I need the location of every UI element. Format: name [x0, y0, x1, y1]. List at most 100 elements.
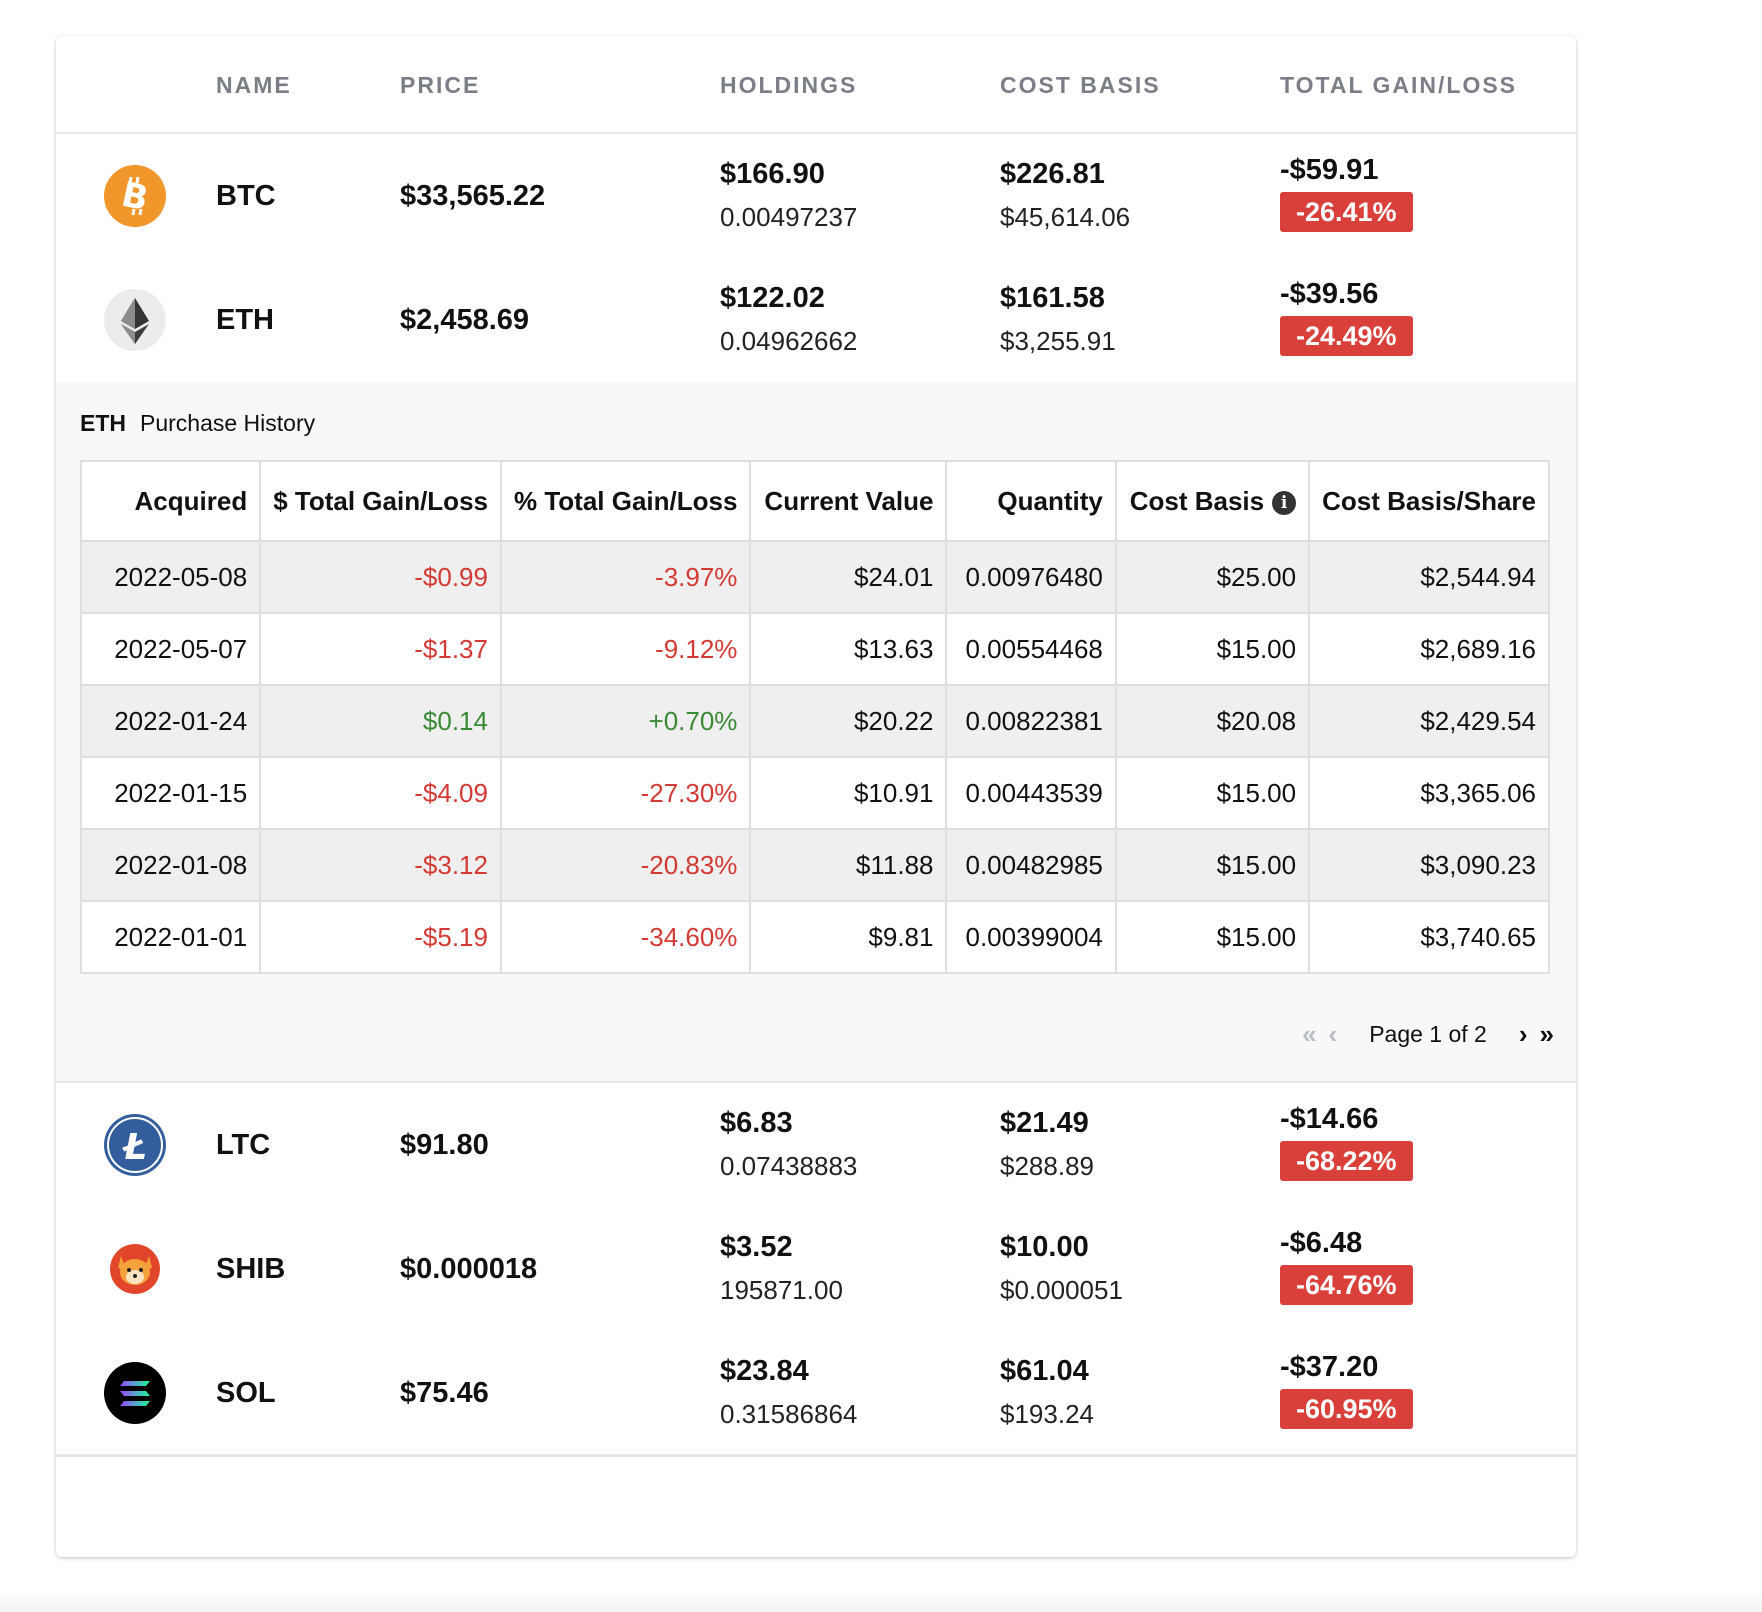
cost-basis-total: $61.04	[1000, 1355, 1089, 1387]
gain-loss-percent-badge: -24.49%	[1280, 316, 1413, 356]
dollar-gain-loss: -$5.19	[259, 900, 502, 974]
cost-basis-per-unit: $288.89	[1000, 1151, 1094, 1181]
last-page-icon[interactable]: »	[1540, 1019, 1554, 1050]
dollar-gain-loss: -$0.99	[259, 540, 502, 614]
asset-price: $0.000018	[400, 1253, 538, 1285]
table-row: 2022-01-24 $0.14 +0.70% $20.22 0.0082238…	[79, 684, 1550, 758]
purchase-history-title: ETH Purchase History	[80, 410, 315, 437]
cost-basis-per-share: $2,689.16	[1308, 612, 1550, 686]
history-symbol: ETH	[80, 410, 126, 436]
quantity: 0.00399004	[945, 900, 1117, 974]
cost-basis-per-share: $3,090.23	[1308, 828, 1550, 902]
header-name[interactable]: NAME	[216, 72, 292, 99]
acquired-date: 2022-05-07	[79, 612, 262, 686]
cost-basis-total: $10.00	[1000, 1231, 1089, 1263]
table-header-row: Acquired $ Total Gain/Loss % Total Gain/…	[79, 460, 1550, 542]
col-current-value[interactable]: Current Value	[749, 460, 948, 542]
table-header: NAME PRICE HOLDINGS COST BASIS TOTAL GAI…	[56, 36, 1576, 134]
cost-basis: $15.00	[1114, 900, 1311, 974]
holdings-quantity: 195871.00	[720, 1275, 843, 1305]
table-row: 2022-01-15 -$4.09 -27.30% $10.91 0.00443…	[79, 756, 1550, 830]
cost-basis-per-unit: $3,255.91	[1000, 326, 1116, 356]
cost-basis-per-share: $2,544.94	[1308, 540, 1550, 614]
cost-basis-per-share: $3,740.65	[1308, 900, 1550, 974]
asset-row-ltc[interactable]: Ł LTC $91.80 $6.83 0.07438883 $21.49 $28…	[56, 1083, 1576, 1209]
gain-loss-percent-badge: -60.95%	[1280, 1389, 1413, 1429]
col-cost-basis[interactable]: Cost Basis i	[1114, 460, 1311, 542]
bitcoin-icon: B	[104, 165, 166, 227]
info-icon[interactable]: i	[1272, 490, 1297, 515]
header-cost-basis[interactable]: COST BASIS	[1000, 72, 1161, 99]
cost-basis-per-unit: $45,614.06	[1000, 202, 1131, 232]
svg-text:Ł: Ł	[122, 1127, 147, 1168]
table-row: 2022-01-08 -$3.12 -20.83% $11.88 0.00482…	[79, 828, 1550, 902]
total-gain-loss: -$14.66	[1280, 1103, 1379, 1135]
holdings-quantity: 0.04962662	[720, 326, 858, 356]
cost-basis: $15.00	[1114, 612, 1311, 686]
asset-symbol: SHIB	[216, 1253, 286, 1285]
asset-row-eth[interactable]: ETH $2,458.69 $122.02 0.04962662 $161.58…	[56, 258, 1576, 384]
cost-basis-total: $161.58	[1000, 282, 1105, 314]
holdings-quantity: 0.31586864	[720, 1399, 858, 1429]
table-row: 2022-05-07 -$1.37 -9.12% $13.63 0.005544…	[79, 612, 1550, 686]
gain-loss-percent-badge: -26.41%	[1280, 192, 1413, 232]
holdings-value: $3.52	[720, 1231, 793, 1263]
dollar-gain-loss: -$4.09	[259, 756, 502, 830]
asset-row-btc[interactable]: B BTC $33,565.22 $166.90 0.00497237 $226…	[56, 134, 1576, 260]
asset-row-shib[interactable]: SHIB $0.000018 $3.52 195871.00 $10.00 $0…	[56, 1207, 1576, 1333]
quantity: 0.00976480	[945, 540, 1117, 614]
percent-gain-loss: -27.30%	[499, 756, 752, 830]
prev-page-icon[interactable]: ‹	[1329, 1019, 1338, 1050]
col-acquired[interactable]: Acquired	[79, 460, 262, 542]
total-gain-loss: -$6.48	[1280, 1227, 1363, 1259]
table-row: 2022-01-01 -$5.19 -34.60% $9.81 0.003990…	[79, 900, 1550, 974]
solana-icon	[104, 1362, 166, 1424]
quantity: 0.00482985	[945, 828, 1117, 902]
dollar-gain-loss: -$3.12	[259, 828, 502, 902]
col-quantity[interactable]: Quantity	[945, 460, 1117, 542]
col-cost-basis-per-share[interactable]: Cost Basis/Share	[1308, 460, 1550, 542]
history-title-label: Purchase History	[140, 410, 316, 436]
asset-price: $33,565.22	[400, 180, 546, 212]
header-total-gain-loss[interactable]: TOTAL GAIN/LOSS	[1280, 72, 1517, 99]
percent-gain-loss: +0.70%	[499, 684, 752, 758]
asset-price: $2,458.69	[400, 304, 530, 336]
gain-loss-percent-badge: -64.76%	[1280, 1265, 1413, 1305]
asset-row-sol[interactable]: SOL $75.46 $23.84 0.31586864 $61.04 $193…	[56, 1331, 1576, 1457]
current-value: $10.91	[749, 756, 948, 830]
cost-basis-per-unit: $193.24	[1000, 1399, 1094, 1429]
header-price[interactable]: PRICE	[400, 72, 480, 99]
col-cost-basis-label: Cost Basis	[1129, 485, 1265, 516]
header-holdings[interactable]: HOLDINGS	[720, 72, 857, 99]
total-gain-loss: -$37.20	[1280, 1351, 1379, 1383]
next-page-icon[interactable]: ›	[1519, 1019, 1528, 1050]
total-gain-loss: -$59.91	[1280, 154, 1379, 186]
purchase-history-panel: ETH Purchase History Acquired $ Total Gai…	[56, 382, 1576, 1083]
gain-loss-percent-badge: -68.22%	[1280, 1141, 1413, 1181]
percent-gain-loss: -3.97%	[499, 540, 752, 614]
asset-symbol: SOL	[216, 1377, 276, 1409]
col-percent-gain-loss[interactable]: % Total Gain/Loss	[499, 460, 752, 542]
cost-basis-per-share: $2,429.54	[1308, 684, 1550, 758]
total-gain-loss: -$39.56	[1280, 278, 1379, 310]
acquired-date: 2022-01-24	[79, 684, 262, 758]
holdings-value: $6.83	[720, 1107, 793, 1139]
holdings-quantity: 0.00497237	[720, 202, 858, 232]
holdings-quantity: 0.07438883	[720, 1151, 858, 1181]
asset-price: $91.80	[400, 1129, 489, 1161]
asset-symbol: LTC	[216, 1129, 271, 1161]
table-bottom-border	[56, 1454, 1576, 1457]
percent-gain-loss: -9.12%	[499, 612, 752, 686]
cost-basis: $25.00	[1114, 540, 1311, 614]
first-page-icon[interactable]: «	[1302, 1019, 1316, 1050]
dollar-gain-loss: -$1.37	[259, 612, 502, 686]
asset-symbol: BTC	[216, 180, 276, 212]
current-value: $20.22	[749, 684, 948, 758]
percent-gain-loss: -34.60%	[499, 900, 752, 974]
asset-price: $75.46	[400, 1377, 489, 1409]
purchase-history-table: Acquired $ Total Gain/Loss % Total Gain/…	[79, 460, 1550, 974]
cost-basis: $15.00	[1114, 756, 1311, 830]
col-dollar-gain-loss[interactable]: $ Total Gain/Loss	[259, 460, 502, 542]
cost-basis: $20.08	[1114, 684, 1311, 758]
litecoin-icon: Ł	[104, 1114, 166, 1176]
